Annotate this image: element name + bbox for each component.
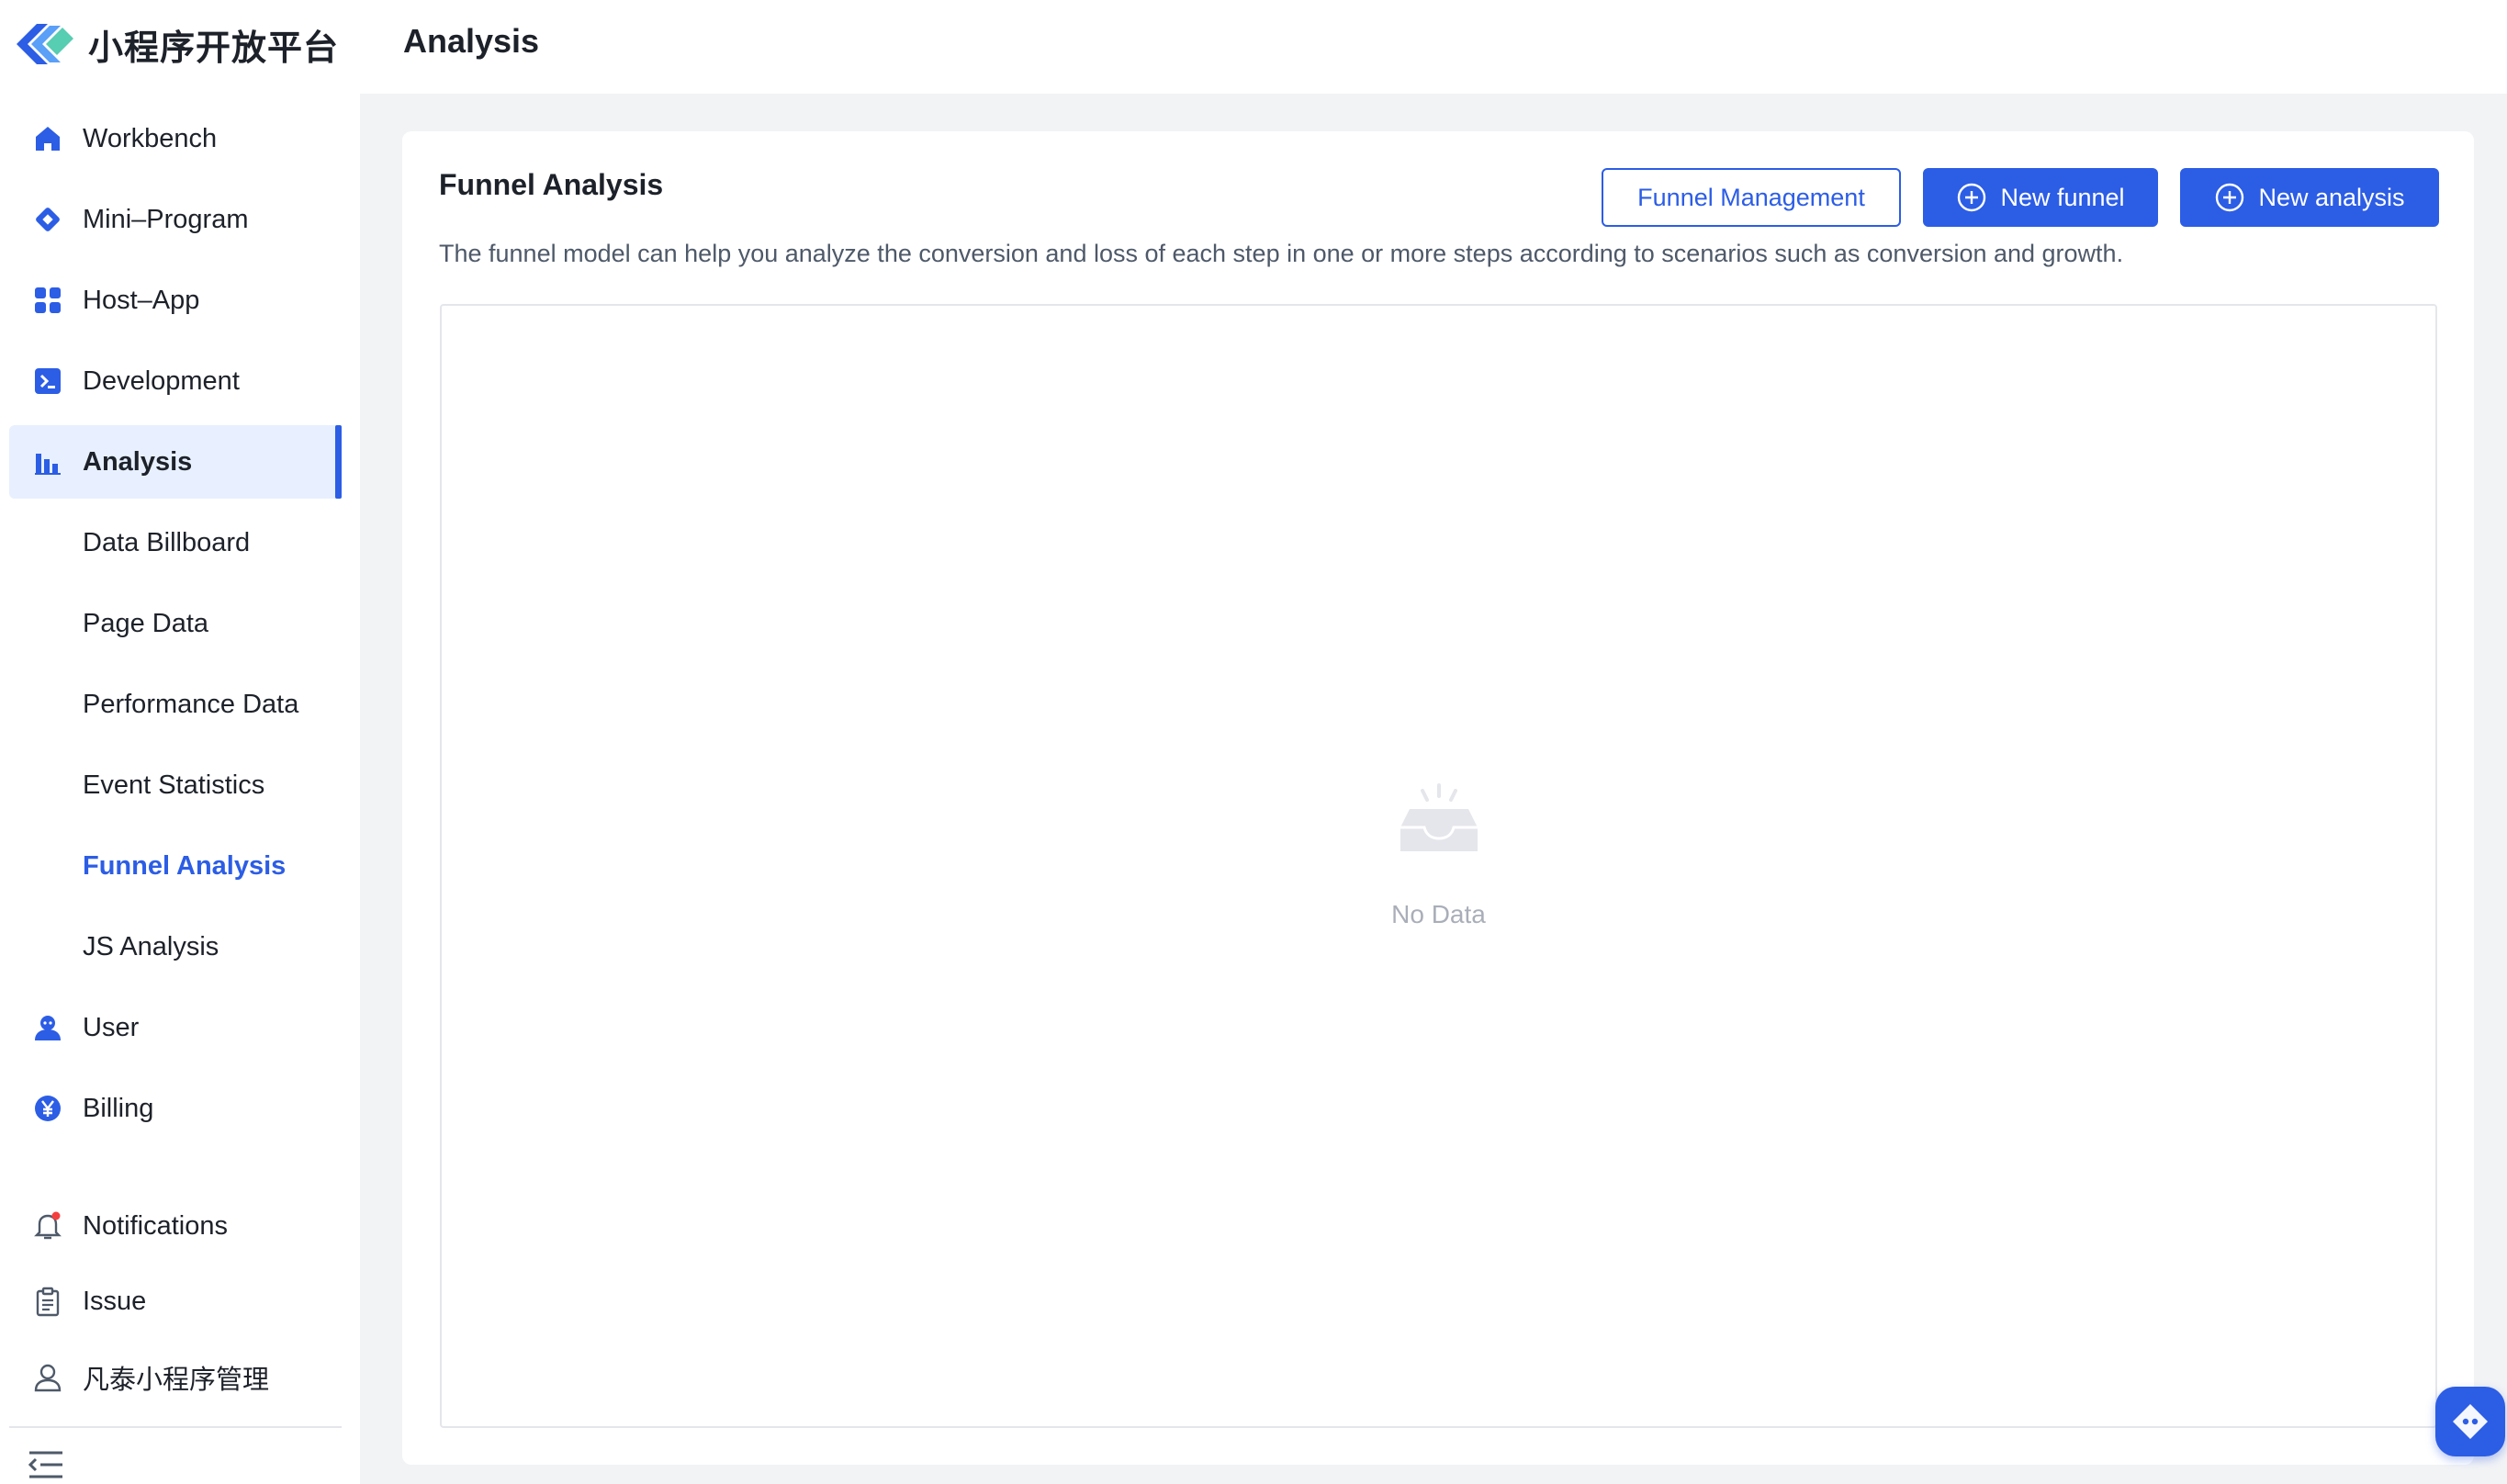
- empty-inbox-icon: [1400, 783, 1478, 851]
- sidebar-item-account[interactable]: 凡泰小程序管理: [9, 1341, 342, 1414]
- sidebar-item-label: JS Analysis: [83, 931, 219, 961]
- top-header: Analysis: [360, 0, 2507, 94]
- user-icon: [31, 1011, 64, 1044]
- new-analysis-button-label: New analysis: [2258, 183, 2405, 211]
- sidebar-item-host-app[interactable]: Host–App: [9, 264, 342, 337]
- card-title: Funnel Analysis: [439, 168, 664, 201]
- sidebar: 小程序开放平台 Workbench Mini–Program Host–App: [0, 0, 360, 1484]
- sidebar-item-label: User: [83, 1012, 140, 1042]
- sidebar-item-label: Data Billboard: [83, 527, 251, 557]
- sidebar-item-label: Billing: [83, 1093, 154, 1123]
- diamond-icon: [31, 203, 64, 236]
- logo-icon: [17, 24, 73, 64]
- funnel-list-panel: No Data: [440, 304, 2437, 1428]
- funnel-analysis-card: Funnel Analysis Funnel Management New fu…: [402, 131, 2474, 1465]
- funnel-management-button[interactable]: Funnel Management: [1602, 168, 1901, 227]
- new-analysis-button[interactable]: New analysis: [2180, 168, 2439, 227]
- sidebar-item-development[interactable]: Development: [9, 344, 342, 418]
- empty-state-text: No Data: [1391, 900, 1486, 928]
- bar-chart-icon: [31, 445, 64, 478]
- home-icon: [31, 122, 64, 155]
- sidebar-item-label: Host–App: [83, 285, 200, 315]
- new-funnel-button[interactable]: New funnel: [1923, 168, 2158, 227]
- sidebar-subitem-page-data[interactable]: Page Data: [9, 587, 342, 660]
- sidebar-item-label: Workbench: [83, 123, 218, 153]
- new-funnel-button-label: New funnel: [2000, 183, 2125, 211]
- plus-circle-icon: [1958, 183, 1986, 212]
- sidebar-subitem-data-billboard[interactable]: Data Billboard: [9, 506, 342, 579]
- yen-coin-icon: [31, 1092, 64, 1125]
- person-outline-icon: [31, 1361, 64, 1394]
- sidebar-item-label: 凡泰小程序管理: [83, 1366, 270, 1395]
- assistant-bot-icon: [2453, 1404, 2488, 1439]
- bell-icon: [31, 1209, 64, 1242]
- sidebar-item-mini-program[interactable]: Mini–Program: [9, 183, 342, 256]
- page-title: Analysis: [403, 22, 540, 60]
- app-logo[interactable]: 小程序开放平台: [13, 13, 339, 75]
- sidebar-item-analysis[interactable]: Analysis: [9, 425, 342, 499]
- sidebar-subitem-event-statistics[interactable]: Event Statistics: [9, 748, 342, 822]
- sidebar-subitem-funnel-analysis[interactable]: Funnel Analysis: [9, 829, 342, 903]
- grid-icon: [31, 284, 64, 317]
- sidebar-item-label: Analysis: [83, 446, 193, 477]
- collapse-menu-icon[interactable]: [28, 1449, 64, 1480]
- clipboard-icon: [31, 1285, 64, 1318]
- sidebar-item-label: Event Statistics: [83, 770, 265, 800]
- card-description: The funnel model can help you analyze th…: [439, 240, 2124, 267]
- sidebar-subitem-performance-data[interactable]: Performance Data: [9, 668, 342, 741]
- sidebar-item-billing[interactable]: Billing: [9, 1072, 342, 1145]
- sidebar-item-label: Development: [83, 365, 240, 396]
- sidebar-item-label: Mini–Program: [83, 204, 249, 234]
- sidebar-item-issue[interactable]: Issue: [9, 1265, 342, 1338]
- sidebar-item-user[interactable]: User: [9, 991, 342, 1064]
- assistant-float-button[interactable]: [2435, 1387, 2505, 1456]
- sidebar-subitem-js-analysis[interactable]: JS Analysis: [9, 910, 342, 984]
- sidebar-item-label: Performance Data: [83, 689, 299, 719]
- app-logo-text: 小程序开放平台: [88, 28, 340, 68]
- sidebar-item-label: Funnel Analysis: [83, 850, 287, 881]
- sidebar-item-label: Notifications: [83, 1210, 228, 1241]
- funnel-management-button-label: Funnel Management: [1637, 183, 1865, 211]
- sidebar-divider: [9, 1426, 342, 1428]
- sidebar-item-label: Issue: [83, 1286, 147, 1316]
- sidebar-item-label: Page Data: [83, 608, 209, 638]
- sidebar-item-workbench[interactable]: Workbench: [9, 102, 342, 175]
- terminal-icon: [31, 365, 64, 398]
- plus-circle-icon: [2216, 183, 2244, 212]
- sidebar-item-notifications[interactable]: Notifications: [9, 1189, 342, 1263]
